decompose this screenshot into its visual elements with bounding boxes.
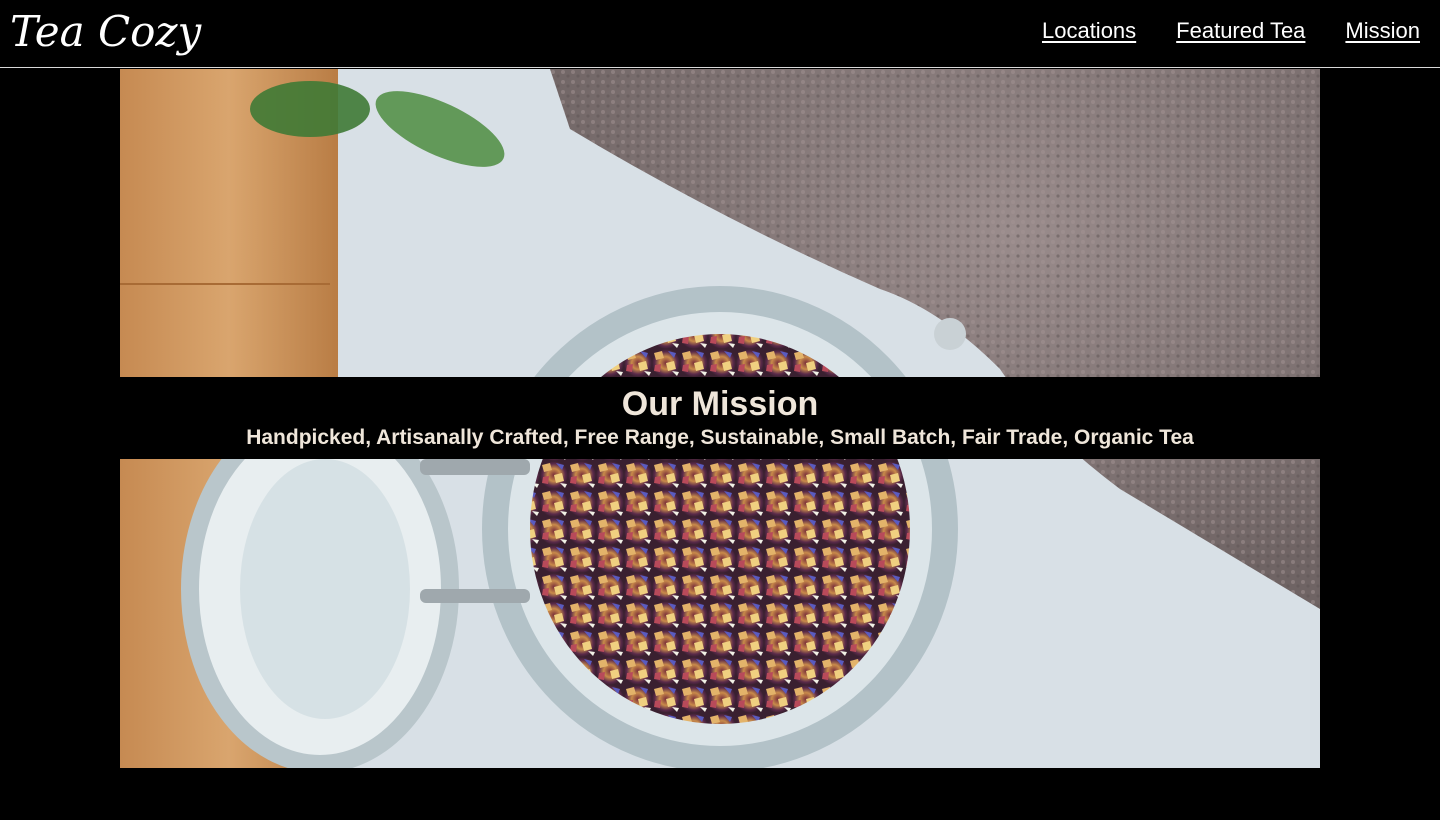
nav-link-mission[interactable]: Mission <box>1345 16 1420 46</box>
nav-link-locations[interactable]: Locations <box>1042 16 1136 46</box>
main-nav: Locations Featured Tea Mission <box>1042 16 1420 46</box>
site-header: Tea Cozy Locations Featured Tea Mission <box>0 0 1440 68</box>
mission-title: Our Mission <box>621 385 819 423</box>
mission-subtitle: Handpicked, Artisanally Crafted, Free Ra… <box>246 426 1194 449</box>
logo[interactable]: Tea Cozy <box>10 4 201 60</box>
mission-banner: Our Mission Handpicked, Artisanally Craf… <box>120 377 1320 459</box>
nav-link-featured-tea[interactable]: Featured Tea <box>1176 16 1305 46</box>
